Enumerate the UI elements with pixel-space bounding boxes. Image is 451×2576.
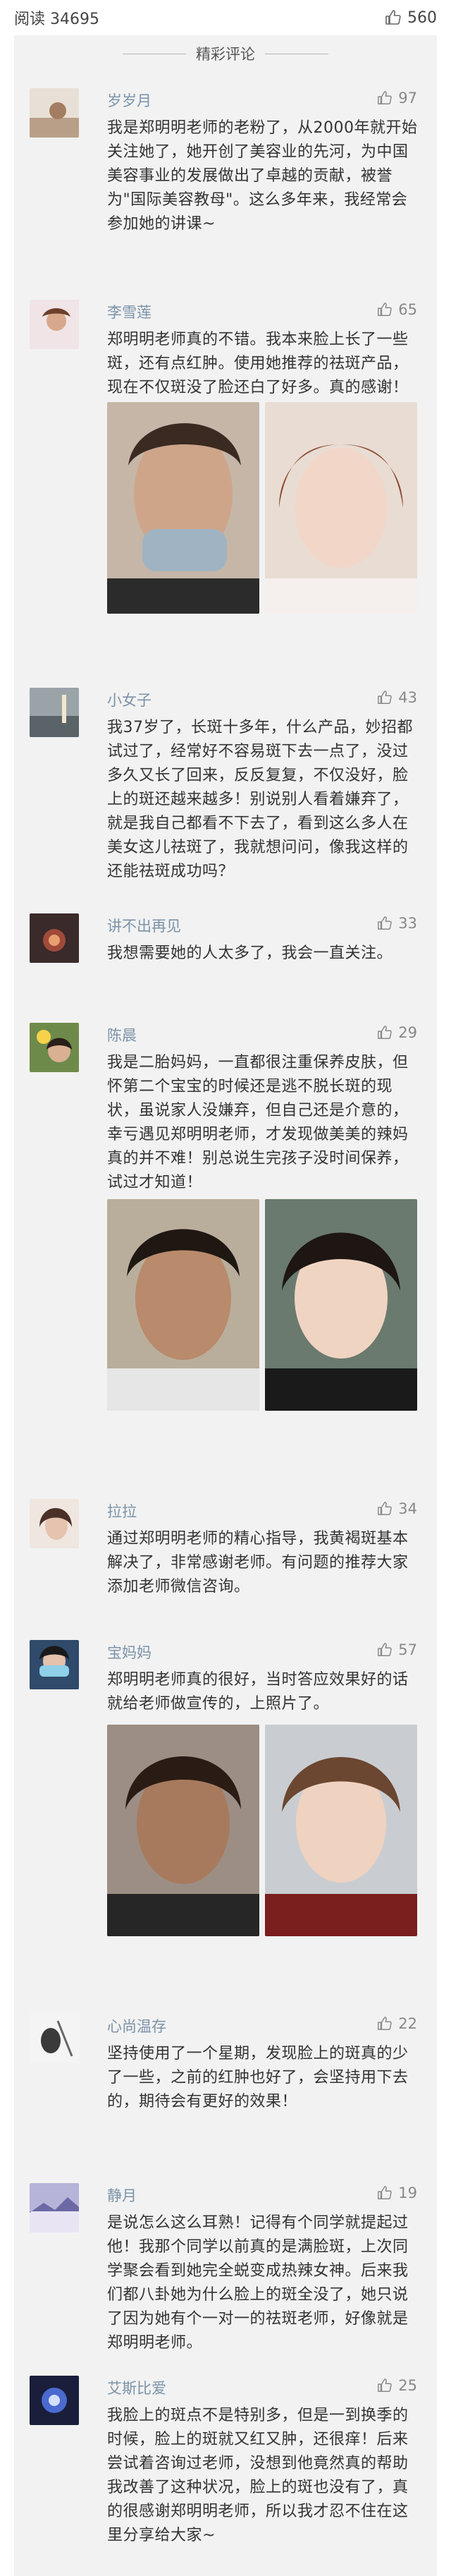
- like-count: 25: [398, 2377, 417, 2394]
- photo-row: [107, 1199, 417, 1411]
- comment-text: 我想需要她的人太多了，我会一直关注。: [107, 944, 393, 962]
- avatar[interactable]: [30, 1499, 79, 1548]
- after-photo[interactable]: [265, 1725, 417, 1936]
- photo-row: [107, 402, 417, 614]
- thumbs-up-icon: [377, 302, 393, 317]
- commenter-name[interactable]: 静月: [107, 2185, 137, 2206]
- read-count: 阅读 34695: [14, 11, 99, 28]
- like-count: 29: [398, 1024, 417, 1041]
- avatar[interactable]: [30, 300, 79, 349]
- avatar[interactable]: [30, 1023, 79, 1072]
- like-button[interactable]: 34: [377, 1500, 417, 1517]
- after-photo[interactable]: [265, 1199, 417, 1411]
- comment-text: 我脸上的斑点不是特别多，但是一到换季的时候，脸上的斑就又红又肿，还很痒！后来尝试…: [107, 2407, 409, 2544]
- comment-text: 郑明明老师真的很好，当时答应效果好的话就给老师做宣传的，上照片了。: [107, 1671, 409, 1713]
- thumbs-up-icon: [377, 1642, 393, 1658]
- avatar[interactable]: [30, 1640, 79, 1689]
- like-button[interactable]: 22: [377, 2015, 417, 2032]
- after-photo[interactable]: [265, 402, 417, 614]
- comment-text: 我是郑明明老师的老粉了，从2000年就开始关注她了，她开创了美容业的先河，为中国…: [107, 119, 418, 233]
- photo-row: [107, 1725, 417, 1936]
- section-title: 精彩评论: [196, 46, 255, 63]
- thumbs-up-icon: [377, 90, 393, 106]
- thumbs-up-icon: [377, 690, 393, 705]
- before-photo[interactable]: [107, 402, 259, 614]
- article-like-button[interactable]: 560: [385, 9, 437, 27]
- commenter-name[interactable]: 心尚温存: [107, 2015, 166, 2036]
- commenter-name[interactable]: 李雪莲: [107, 301, 152, 322]
- commenter-name[interactable]: 艾斯比爱: [107, 2377, 166, 2398]
- like-button[interactable]: 97: [377, 90, 417, 107]
- avatar[interactable]: [30, 2376, 79, 2425]
- like-button[interactable]: 33: [377, 915, 417, 932]
- avatar[interactable]: [30, 2183, 79, 2232]
- comment-text: 我是二胎妈妈，一直都很注重保养皮肤，但怀第二个宝宝的时候还是逃不脱长斑的现状，虽…: [107, 1054, 409, 1191]
- avatar[interactable]: [30, 688, 79, 737]
- comment-text: 郑明明老师真的不错。我本来脸上长了一些斑，还有点红肿。使用她推荐的祛斑产品，现在…: [107, 331, 409, 396]
- like-button[interactable]: 65: [377, 301, 417, 318]
- like-button[interactable]: 25: [377, 2377, 417, 2394]
- like-button[interactable]: 29: [377, 1024, 417, 1041]
- comment-text: 通过郑明明老师的精心指导，我黄褐斑基本解决了，非常感谢老师。有问题的推荐大家添加…: [107, 1530, 409, 1596]
- comments-panel: 精彩评论 岁岁月 97 我是郑明明老师的老粉了，从2000年就开始关注她了，她开…: [14, 35, 437, 2576]
- commenter-name[interactable]: 讲不出再见: [107, 915, 181, 936]
- like-count: 34: [398, 1500, 417, 1517]
- thumbs-up-icon: [377, 1025, 393, 1040]
- article-like-count: 560: [407, 8, 437, 27]
- like-button[interactable]: 57: [377, 1641, 417, 1658]
- commenter-name[interactable]: 岁岁月: [107, 90, 152, 111]
- thumbs-up-icon: [377, 916, 393, 931]
- like-count: 19: [398, 2185, 417, 2201]
- like-count: 33: [398, 915, 417, 932]
- avatar[interactable]: [30, 2014, 79, 2063]
- commenter-name[interactable]: 小女子: [107, 689, 152, 710]
- comment-text: 是说怎么这么耳熟！记得有个同学就提起过他！我那个同学以前真的是满脸斑，上次同学聚…: [107, 2214, 409, 2352]
- like-count: 97: [398, 90, 417, 107]
- thumbs-up-icon: [377, 2378, 393, 2393]
- thumbs-up-icon: [377, 2016, 393, 2031]
- like-button[interactable]: 19: [377, 2185, 417, 2201]
- commenter-name[interactable]: 拉拉: [107, 1500, 137, 1521]
- like-count: 65: [398, 301, 417, 318]
- like-button[interactable]: 43: [377, 689, 417, 706]
- like-count: 57: [398, 1641, 417, 1658]
- commenter-name[interactable]: 陈晨: [107, 1024, 137, 1045]
- before-photo[interactable]: [107, 1725, 259, 1936]
- before-photo[interactable]: [107, 1199, 259, 1411]
- thumbs-up-icon: [377, 2185, 393, 2201]
- comment-text: 我37岁了，长斑十多年，什么产品，妙招都试过了，经常好不容易斑下去一点了，没过多…: [107, 719, 413, 880]
- comment-text: 坚持使用了一个星期，发现脸上的斑真的少了一些，之前的红肿也好了，会坚持用下去的，…: [107, 2045, 409, 2110]
- section-header: 精彩评论: [14, 35, 437, 72]
- avatar[interactable]: [30, 88, 79, 138]
- like-count: 22: [398, 2015, 417, 2032]
- avatar[interactable]: [30, 913, 79, 963]
- stats-bar: 阅读 34695 560: [0, 0, 451, 35]
- thumbs-up-icon: [385, 9, 402, 26]
- like-count: 43: [398, 689, 417, 706]
- commenter-name[interactable]: 宝妈妈: [107, 1641, 152, 1663]
- thumbs-up-icon: [377, 1501, 393, 1517]
